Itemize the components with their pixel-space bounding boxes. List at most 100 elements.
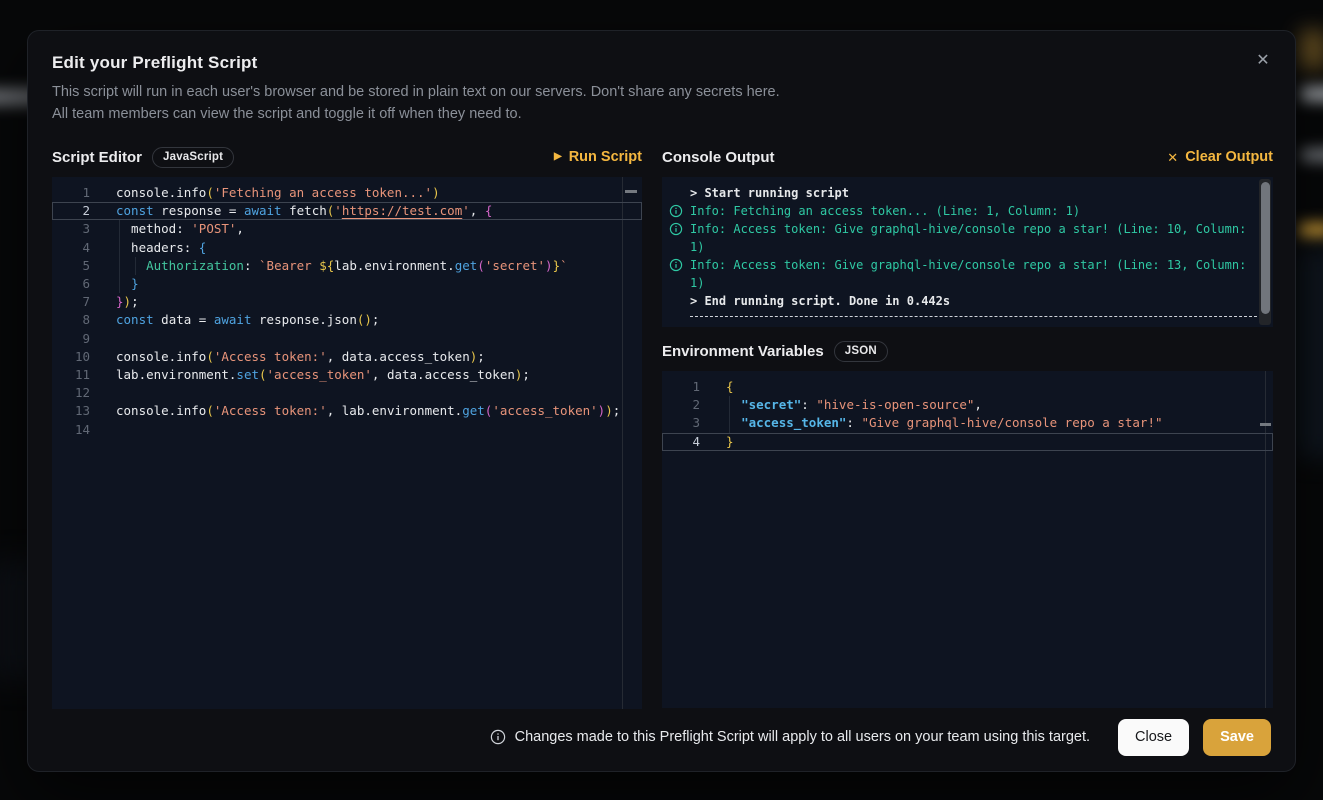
code-content: [90, 421, 116, 439]
code-line: 8const data = await response.json();: [52, 311, 642, 329]
close-button[interactable]: Close: [1118, 719, 1189, 756]
footer-note: Changes made to this Preflight Script wi…: [490, 729, 1090, 745]
line-number: 1: [662, 378, 700, 396]
code-token: ': [334, 203, 342, 218]
console-line: Info: Access token: Give graphql-hive/co…: [662, 256, 1273, 274]
code-content: console.info('Fetching an access token..…: [90, 184, 440, 202]
environment-variables-title: Environment Variables: [662, 343, 824, 360]
run-script-button[interactable]: ▶ Run Script: [554, 149, 642, 165]
code-content: const response = await fetch('https://te…: [90, 202, 492, 220]
line-number: 2: [662, 396, 700, 414]
line-number: 5: [52, 257, 90, 275]
code-token: 'access_token': [492, 403, 597, 418]
code-content: lab.environment.set('access_token', data…: [90, 366, 530, 384]
code-content: }: [90, 275, 139, 293]
script-editor-section: Script Editor JavaScript ▶ Run Script 1c…: [52, 145, 642, 709]
code-token: (: [206, 349, 214, 364]
line-number: 2: [52, 202, 90, 220]
code-token: "hive-is-open-source": [816, 397, 974, 412]
code-token: ,: [236, 221, 244, 236]
code-token: :: [244, 258, 259, 273]
code-token: [116, 276, 131, 291]
line-number: 6: [52, 275, 90, 293]
code-token: 'access_token': [267, 367, 372, 382]
code-line: 5 Authorization: `Bearer ${lab.environme…: [52, 257, 642, 275]
code-line: 4}: [662, 433, 1273, 451]
close-icon[interactable]: ✕: [1249, 47, 1277, 75]
console-scrollbar[interactable]: [1259, 179, 1271, 325]
code-token: 'Fetching an access token...': [214, 185, 432, 200]
code-content: const data = await response.json();: [90, 311, 379, 329]
language-badge: JavaScript: [152, 147, 234, 168]
code-token: response =: [154, 203, 244, 218]
code-content: console.info('Access token:', lab.enviro…: [90, 402, 620, 420]
line-number: 10: [52, 348, 90, 366]
code-token: set: [236, 367, 259, 382]
code-token: {: [726, 379, 734, 394]
code-token: , data.access_token: [372, 367, 515, 382]
script-code-editor[interactable]: 1console.info('Fetching an access token.…: [52, 177, 642, 709]
code-token: "access_token": [741, 415, 846, 430]
line-number: 14: [52, 421, 90, 439]
line-number: 11: [52, 366, 90, 384]
code-content: [90, 330, 116, 348]
code-line: 12: [52, 384, 642, 402]
code-content: {: [700, 378, 734, 396]
console-line-text: Info: Access token: Give graphql-hive/co…: [690, 258, 1246, 272]
info-icon: [490, 729, 506, 745]
line-number: 8: [52, 311, 90, 329]
output-section: Console Output ✕ Clear Output > Start ru…: [662, 145, 1273, 709]
code-line: 1console.info('Fetching an access token.…: [52, 184, 642, 202]
code-token: 'Access token:': [214, 349, 327, 364]
background-blur-glow: [1300, 30, 1323, 70]
clear-output-label: Clear Output: [1185, 149, 1273, 165]
code-content: Authorization: `Bearer ${lab.environment…: [90, 257, 568, 275]
code-token: ;: [131, 294, 139, 309]
info-icon: [669, 204, 683, 218]
line-number: 12: [52, 384, 90, 402]
code-token: ${: [319, 258, 334, 273]
environment-variables-editor[interactable]: 1 {2 "secret": "hive-is-open-source",3 "a…: [662, 371, 1273, 708]
console-line: Info: Fetching an access token... (Line:…: [662, 202, 1273, 220]
code-token: 'secret': [485, 258, 545, 273]
code-token: , data.access_token: [327, 349, 470, 364]
console-line-text: > End running script. Done in 0.442s: [690, 294, 950, 308]
console-scrollbar-thumb[interactable]: [1261, 182, 1270, 314]
code-token: const: [116, 203, 154, 218]
code-token: {: [485, 203, 493, 218]
info-icon: [669, 258, 683, 272]
preflight-script-dialog: ✕ Edit your Preflight Script This script…: [27, 30, 1296, 772]
save-button[interactable]: Save: [1203, 719, 1271, 756]
line-number: 13: [52, 402, 90, 420]
console-line: Info: Access token: Give graphql-hive/co…: [662, 220, 1273, 238]
code-token: console.info: [116, 185, 206, 200]
code-token: ): [364, 312, 372, 327]
code-token: `: [560, 258, 568, 273]
code-token: ,: [974, 397, 982, 412]
code-token: (: [206, 185, 214, 200]
code-token: await: [244, 203, 282, 218]
line-number: 3: [662, 414, 700, 432]
console-output: > Start running scriptInfo: Fetching an …: [662, 177, 1273, 327]
code-line: 6 }: [52, 275, 642, 293]
clear-output-button[interactable]: ✕ Clear Output: [1167, 149, 1273, 165]
footer-note-text: Changes made to this Preflight Script wi…: [515, 729, 1090, 745]
console-line: 1): [662, 274, 1273, 292]
code-token: data =: [154, 312, 214, 327]
run-script-label: Run Script: [569, 149, 642, 165]
code-token: [726, 397, 741, 412]
code-token: ,: [470, 203, 485, 218]
line-number: 1: [52, 184, 90, 202]
code-token: `Bearer: [259, 258, 319, 273]
code-token: [726, 415, 741, 430]
code-line: 2 "secret": "hive-is-open-source",: [662, 396, 1273, 414]
code-line: 13console.info('Access token:', lab.envi…: [52, 402, 642, 420]
console-separator: [690, 316, 1257, 317]
console-line-text: 1): [690, 276, 704, 290]
line-number: 9: [52, 330, 90, 348]
code-line: 9: [52, 330, 642, 348]
code-token: "secret": [741, 397, 801, 412]
code-token: method:: [116, 221, 191, 236]
code-token: (: [259, 367, 267, 382]
code-token: ;: [613, 403, 621, 418]
